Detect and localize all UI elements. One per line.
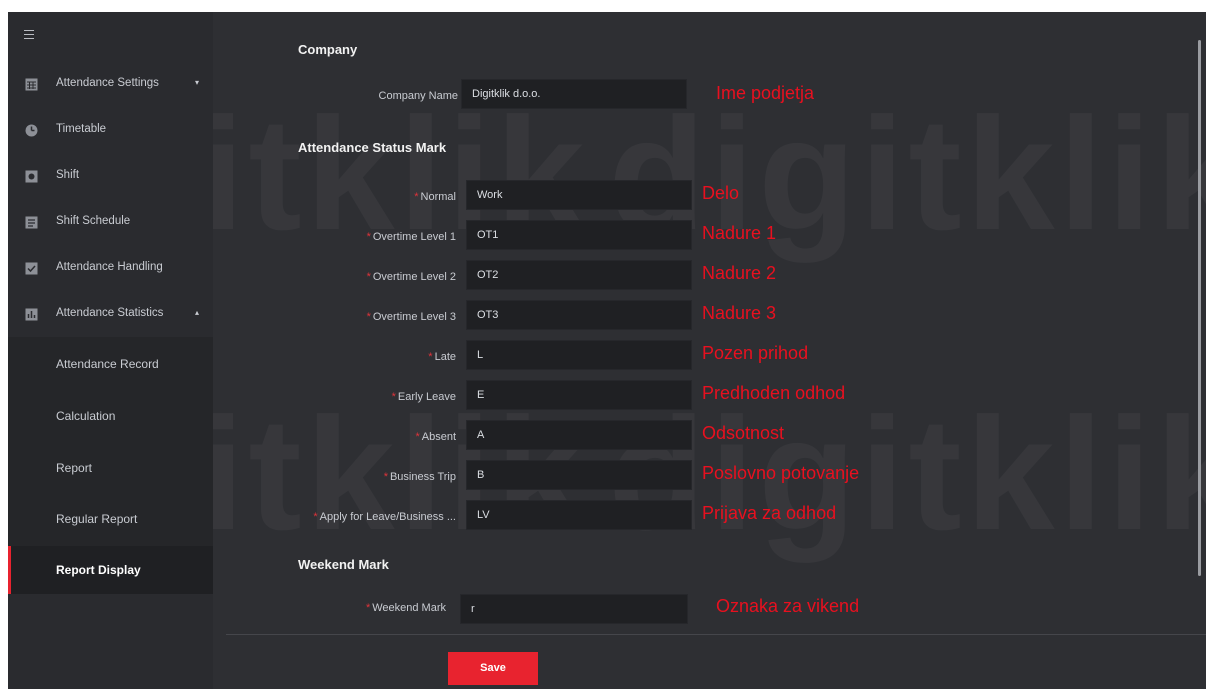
- status-mark-label: * Overtime Level 2: [206, 271, 456, 283]
- sidebar-subitem-label: Attendance Record: [56, 357, 159, 371]
- status-mark-label-text: Late: [434, 351, 456, 363]
- status-mark-annotation: Nadure 1: [702, 223, 777, 243]
- status-mark-field[interactable]: L: [466, 340, 692, 370]
- status-mark-label-text: Overtime Level 2: [372, 271, 456, 283]
- status-mark-label: * Normal: [206, 191, 456, 203]
- required-asterisk: *: [366, 231, 371, 243]
- sidebar-subitem-calculation[interactable]: Calculation: [8, 392, 213, 440]
- checkbox-icon: [24, 261, 38, 275]
- status-mark-label-text: Overtime Level 1: [372, 231, 456, 243]
- status-mark-label: * Overtime Level 1: [206, 231, 456, 243]
- sidebar-item-attendance-settings[interactable]: Attendance Settings ▾: [8, 62, 213, 108]
- sidebar-item-label: Attendance Statistics: [56, 307, 164, 319]
- sidebar-item-label: Shift Schedule: [56, 215, 131, 227]
- sidebar-subitem-attendance-record[interactable]: Attendance Record: [8, 340, 213, 388]
- status-mark-annotation: Prijava za odhod: [702, 503, 837, 523]
- sidebar-subitem-label: Regular Report: [56, 512, 138, 526]
- weekend-section-title: Weekend Mark: [298, 557, 389, 572]
- chevron-up-icon: ▴: [195, 308, 200, 317]
- status-mark-label: * Business Trip: [206, 471, 456, 483]
- status-mark-label-text: Business Trip: [389, 471, 456, 483]
- status-mark-label: * Apply for Leave/Business ...: [206, 511, 456, 523]
- sidebar-subitem-label: Report Display: [56, 563, 141, 577]
- sidebar-item-shift[interactable]: Shift: [8, 154, 213, 200]
- status-mark-field[interactable]: LV: [466, 500, 692, 530]
- sidebar-item-label: Attendance Settings: [56, 77, 159, 89]
- status-mark-label-text: Apply for Leave/Business ...: [319, 511, 456, 523]
- sidebar-subitem-regular-report[interactable]: Regular Report: [8, 495, 213, 543]
- status-mark-field[interactable]: E: [466, 380, 692, 410]
- required-asterisk: *: [391, 391, 396, 403]
- status-mark-annotation: Nadure 2: [702, 263, 777, 283]
- weekend-mark-annotation: Oznaka za vikend: [716, 596, 860, 616]
- status-mark-annotation: Pozen prihod: [702, 343, 809, 363]
- sidebar-subitem-label: Calculation: [56, 409, 116, 423]
- sidebar-item-shift-schedule[interactable]: Shift Schedule: [8, 200, 213, 246]
- status-mark-label-text: Normal: [420, 191, 456, 203]
- company-section-title: Company: [298, 42, 358, 57]
- sidebar-item-timetable[interactable]: Timetable: [8, 108, 213, 154]
- company-name-field[interactable]: Digitklik d.o.o.: [461, 79, 687, 109]
- status-mark-field[interactable]: OT2: [466, 260, 692, 290]
- status-mark-label: * Early Leave: [206, 391, 456, 403]
- sidebar: Attendance Settings ▾ Timetable Shift Sh…: [8, 12, 213, 689]
- weekend-mark-label: * Weekend Mark: [365, 602, 446, 614]
- schedule-icon: [24, 215, 38, 229]
- save-button[interactable]: Save: [448, 652, 538, 685]
- status-mark-field[interactable]: B: [466, 460, 692, 490]
- status-mark-annotation: Predhoden odhod: [702, 383, 846, 403]
- sidebar-item-attendance-statistics[interactable]: Attendance Statistics ▴: [8, 292, 213, 338]
- required-asterisk: *: [366, 311, 371, 323]
- required-asterisk: *: [414, 191, 419, 203]
- sidebar-subitem-report-display[interactable]: Report Display: [8, 546, 213, 594]
- status-mark-section-title: Attendance Status Mark: [298, 140, 447, 155]
- status-mark-label-text: Absent: [421, 431, 456, 443]
- status-mark-annotation: Poslovno potovanje: [702, 463, 860, 483]
- status-mark-annotation: Odsotnost: [702, 423, 785, 443]
- required-asterisk: *: [366, 271, 371, 283]
- sidebar-subitem-report[interactable]: Report: [8, 444, 213, 492]
- weekend-mark-field[interactable]: r: [460, 594, 688, 624]
- required-asterisk: *: [415, 431, 420, 443]
- status-mark-field[interactable]: A: [466, 420, 692, 450]
- status-mark-label: * Late: [206, 351, 456, 363]
- statistics-icon: [24, 307, 38, 321]
- status-mark-field[interactable]: Work: [466, 180, 692, 210]
- divider: [226, 634, 1206, 635]
- sidebar-item-label: Timetable: [56, 123, 107, 135]
- status-mark-field[interactable]: OT3: [466, 300, 692, 330]
- clock-icon: [24, 123, 38, 137]
- required-asterisk: *: [428, 351, 433, 363]
- watermark: digitklik: [608, 82, 1206, 266]
- scrollbar[interactable]: [1198, 40, 1201, 576]
- status-mark-label: * Overtime Level 3: [206, 311, 456, 323]
- menu-toggle-icon[interactable]: [24, 28, 36, 40]
- app-window: digitklik digitklik digitklik digitklik …: [8, 12, 1206, 689]
- sidebar-item-label: Shift: [56, 169, 80, 181]
- status-mark-label: * Absent: [206, 431, 456, 443]
- sidebar-item-attendance-handling[interactable]: Attendance Handling: [8, 246, 213, 292]
- status-mark-label-text: Early Leave: [397, 391, 456, 403]
- sidebar-subitem-label: Report: [56, 461, 93, 475]
- status-mark-label-text: Overtime Level 3: [372, 311, 456, 323]
- company-name-annotation: Ime podjetja: [716, 83, 815, 103]
- required-asterisk: *: [383, 471, 388, 483]
- required-asterisk: *: [365, 602, 371, 614]
- status-mark-field[interactable]: OT1: [466, 220, 692, 250]
- status-mark-annotation: Nadure 3: [702, 303, 777, 323]
- shift-icon: [24, 169, 38, 183]
- calendar-grid-icon: [24, 77, 38, 91]
- status-mark-annotation: Delo: [702, 183, 740, 203]
- chevron-down-icon: ▾: [195, 78, 200, 87]
- watermark: digitklik: [608, 382, 1206, 566]
- sidebar-item-label: Attendance Handling: [56, 261, 163, 273]
- required-asterisk: *: [313, 511, 318, 523]
- company-name-label: Company Name: [378, 90, 458, 102]
